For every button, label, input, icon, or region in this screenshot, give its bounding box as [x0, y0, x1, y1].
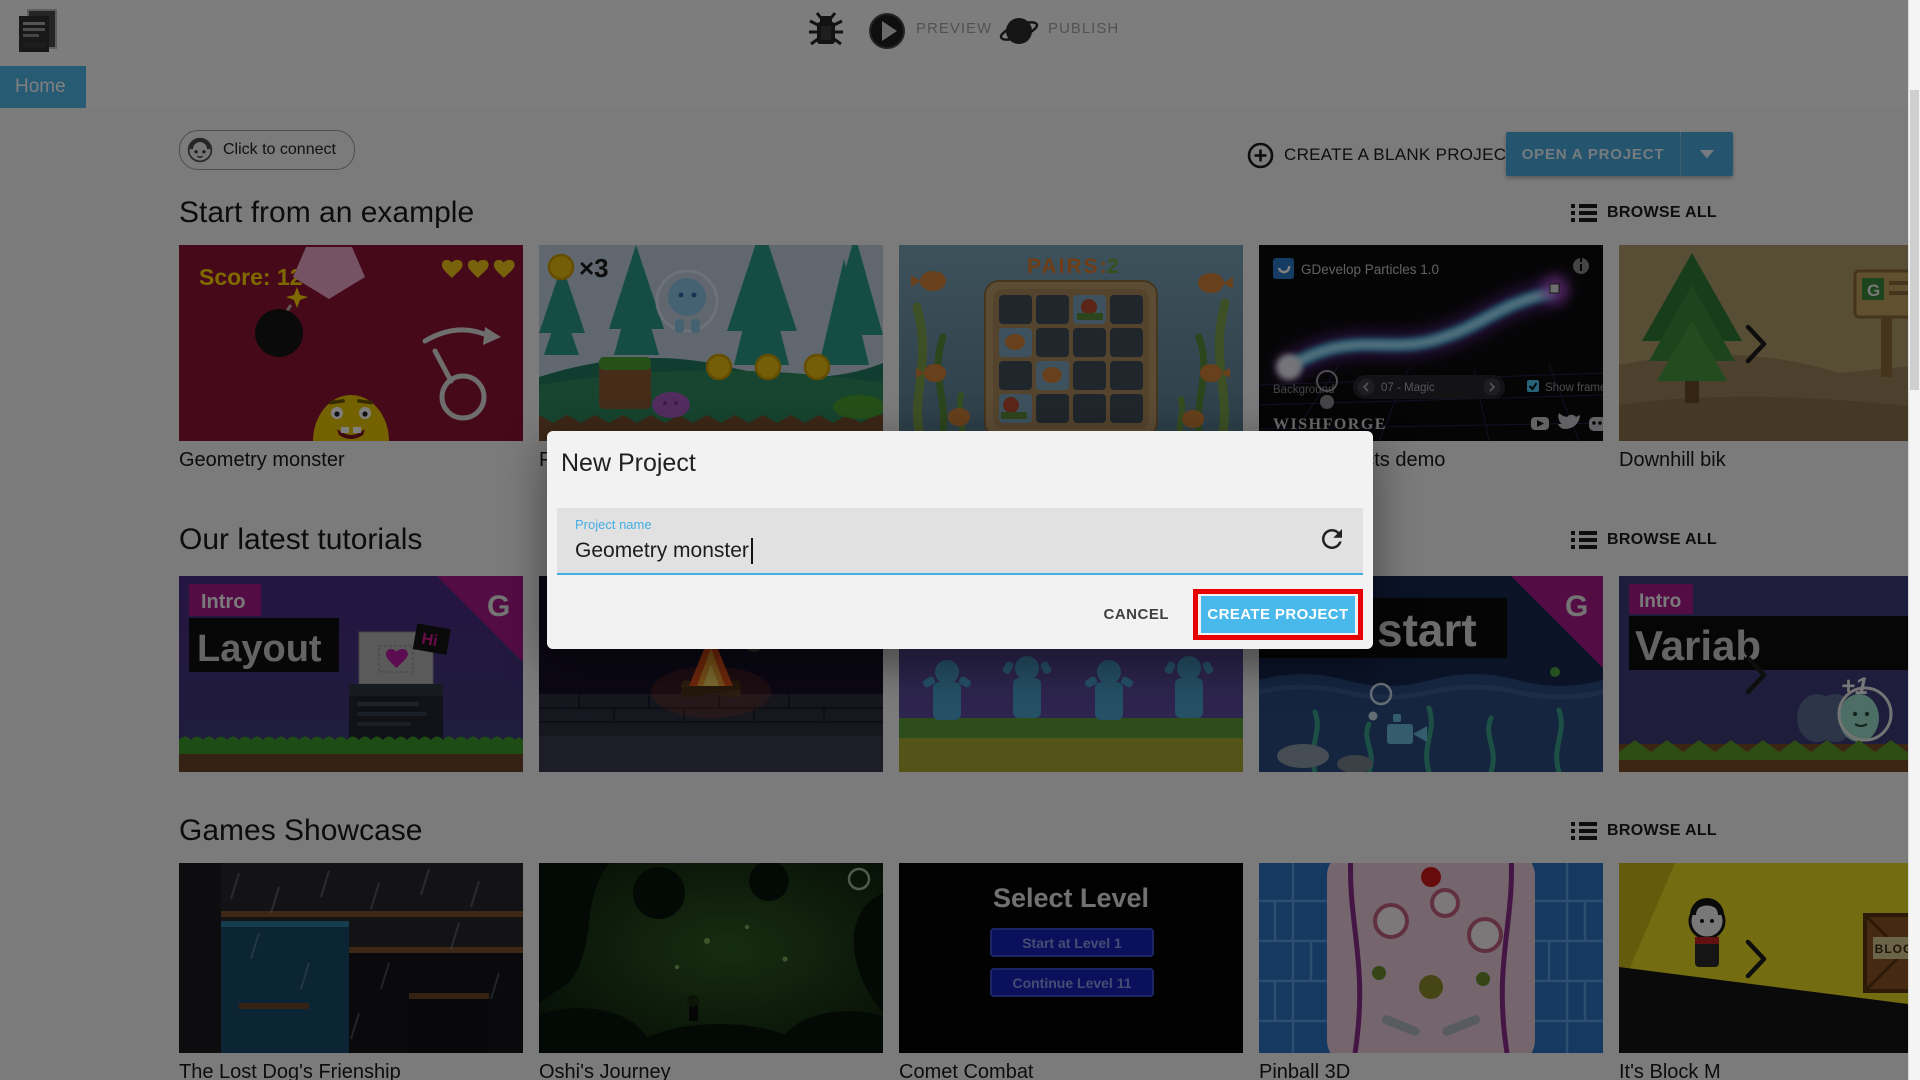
annotation-highlight-box: CREATE PROJECT — [1193, 589, 1363, 640]
text-caret — [750, 538, 753, 564]
dialog-actions: CANCEL CREATE PROJECT — [1096, 589, 1363, 640]
project-name-label: Project name — [575, 517, 652, 532]
new-project-dialog: New Project Project name Geometry monste… — [547, 431, 1373, 649]
scrollbar[interactable] — [1908, 0, 1920, 1080]
scrollbar-thumb[interactable] — [1910, 90, 1919, 390]
refresh-icon[interactable] — [1317, 524, 1347, 554]
dialog-title: New Project — [561, 449, 696, 477]
gdevelop-home-screen: PREVIEW PUBLISH Home Click to connect CR… — [0, 0, 1920, 1080]
project-name-value: Geometry monster — [575, 539, 749, 562]
project-name-input[interactable]: Project name Geometry monster — [557, 508, 1363, 575]
create-project-button[interactable]: CREATE PROJECT — [1201, 596, 1355, 633]
cancel-button[interactable]: CANCEL — [1096, 598, 1178, 631]
